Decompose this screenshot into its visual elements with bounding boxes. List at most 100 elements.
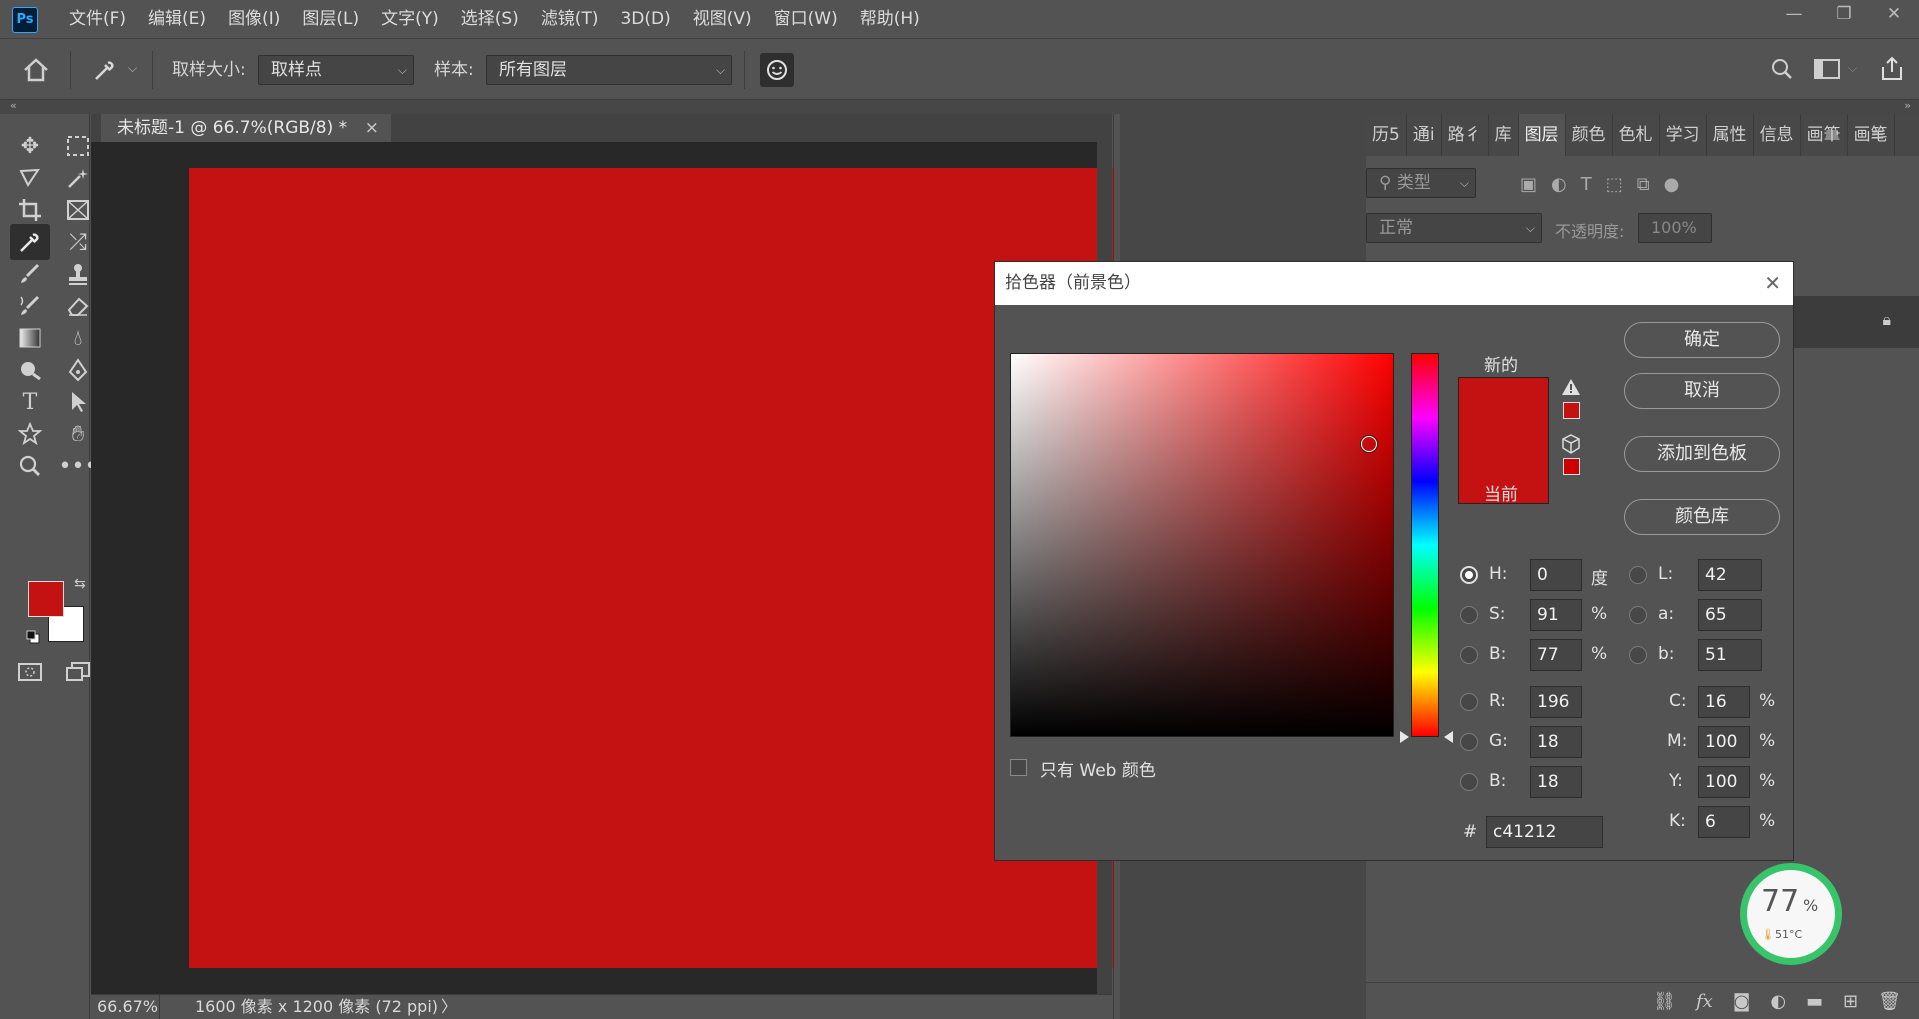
adjustment-icon[interactable]: ◐ [1770, 991, 1786, 1012]
panel-menu-icon[interactable]: ≡ [1870, 124, 1885, 145]
adjustment-filter-icon[interactable]: ◐ [1551, 174, 1567, 195]
a-field[interactable]: 65 [1698, 599, 1762, 631]
swap-colors-icon[interactable]: ⇆ [74, 576, 86, 592]
panel-tab-5[interactable]: 颜色 [1566, 114, 1613, 156]
a-radio[interactable] [1629, 606, 1647, 624]
lab-b-radio[interactable] [1629, 646, 1647, 664]
minimize-button[interactable]: — [1769, 0, 1819, 30]
l-field[interactable]: 42 [1698, 559, 1762, 591]
smart-object-filter-icon[interactable]: ⧉ [1637, 174, 1650, 195]
sample-ring-button[interactable] [760, 53, 794, 87]
image-filter-icon[interactable]: ▣ [1520, 174, 1537, 195]
menu-image[interactable]: 图像(I) [217, 0, 291, 38]
menu-file[interactable]: 文件(F) [58, 0, 137, 38]
type-filter-icon[interactable]: T [1581, 174, 1592, 195]
panel-tab-2[interactable]: 路彳 [1442, 114, 1489, 156]
lasso-tool-icon[interactable] [10, 160, 50, 196]
cancel-button[interactable]: 取消 [1624, 373, 1780, 409]
shape-filter-icon[interactable]: ⬚ [1606, 174, 1623, 195]
hue-slider-right-arrow-icon[interactable] [1444, 731, 1453, 743]
menu-type[interactable]: 文字(Y) [370, 0, 450, 38]
fx-icon[interactable]: fx [1696, 991, 1713, 1012]
new-layer-icon[interactable]: ⊞ [1843, 991, 1858, 1012]
add-to-swatches-button[interactable]: 添加到色板 [1624, 436, 1780, 472]
panel-tab-4[interactable]: 图层 [1518, 114, 1566, 156]
menu-layer[interactable]: 图层(L) [291, 0, 370, 38]
zoom-tool-icon[interactable] [10, 448, 50, 484]
r-radio[interactable] [1460, 693, 1478, 711]
l-radio[interactable] [1629, 566, 1647, 584]
y-field[interactable]: 100 [1698, 766, 1750, 798]
crop-tool-icon[interactable] [10, 192, 50, 228]
web-safe-cube-icon[interactable] [1561, 434, 1581, 458]
brush-tool-icon[interactable] [10, 256, 50, 292]
history-brush-icon[interactable] [10, 288, 50, 324]
performance-gauge[interactable]: 77 % 🌡︎ 51°C [1740, 863, 1842, 965]
s-radio[interactable] [1460, 606, 1478, 624]
hue-slider-left-arrow-icon[interactable] [1400, 731, 1409, 743]
panel-tab-9[interactable]: 信息 [1754, 114, 1801, 156]
menu-edit[interactable]: 编辑(E) [137, 0, 217, 38]
blend-mode-select[interactable]: 正常 ⌵ [1366, 213, 1542, 243]
gradient-tool-icon[interactable] [10, 320, 50, 356]
k-field[interactable]: 6 [1698, 806, 1750, 838]
sample-select[interactable]: 所有图层 ⌵ [486, 55, 732, 85]
close-tab-button[interactable]: × [365, 114, 379, 142]
hue-slider[interactable] [1411, 353, 1439, 737]
m-field[interactable]: 100 [1698, 726, 1750, 758]
folder-icon[interactable]: ▬ [1806, 991, 1823, 1012]
foreground-color-swatch[interactable] [28, 581, 64, 617]
opacity-field[interactable]: 100% [1638, 213, 1712, 243]
dialog-close-button[interactable]: ✕ [1764, 262, 1781, 305]
gamut-color-swatch[interactable] [1563, 402, 1580, 419]
sample-size-select[interactable]: 取样点 ⌵ [258, 55, 414, 85]
filter-toggle-icon[interactable]: ● [1664, 174, 1680, 195]
chevron-down-icon[interactable]: ⌵ [128, 61, 137, 76]
dodge-tool-icon[interactable] [10, 352, 50, 388]
web-safe-color-swatch[interactable] [1563, 458, 1580, 475]
g-field[interactable]: 18 [1530, 726, 1582, 758]
c-field[interactable]: 16 [1698, 686, 1750, 718]
menu-help[interactable]: 帮助(H) [849, 0, 931, 38]
search-icon[interactable] [1770, 57, 1794, 85]
layer-filter-select[interactable]: ⚲ 类型 ⌵ [1366, 168, 1476, 198]
panel-tab-3[interactable]: 库 [1489, 114, 1519, 156]
ok-button[interactable]: 确定 [1624, 322, 1780, 358]
status-menu-arrow[interactable]: 〉 [441, 995, 457, 1019]
h-radio[interactable] [1460, 566, 1478, 584]
link-icon[interactable]: ⛓︎ [1653, 991, 1676, 1012]
restore-button[interactable]: ❐ [1819, 0, 1869, 30]
share-icon[interactable] [1880, 55, 1904, 85]
eyedropper-tool-icon[interactable] [10, 224, 50, 260]
workspace-icon[interactable] [1814, 59, 1840, 83]
panel-tab-10[interactable]: 画筆 [1801, 114, 1848, 156]
rgb-b-radio[interactable] [1460, 773, 1478, 791]
panel-tab-8[interactable]: 属性 [1707, 114, 1754, 156]
menu-3d[interactable]: 3D(D) [609, 0, 681, 38]
shape-tool-icon[interactable] [10, 416, 50, 452]
eyedropper-icon[interactable] [92, 57, 118, 83]
mask-icon[interactable]: ◙ [1733, 991, 1750, 1012]
move-tool-icon[interactable]: ✥ [10, 128, 50, 164]
panel-tab-1[interactable]: 通i [1407, 114, 1442, 156]
b-radio[interactable] [1460, 646, 1478, 664]
b-field[interactable]: 77 [1530, 639, 1582, 671]
h-field[interactable]: 0 [1530, 559, 1582, 591]
saturation-brightness-field[interactable] [1010, 353, 1394, 737]
collapse-left-icon[interactable]: « [10, 99, 17, 112]
menu-filter[interactable]: 滤镜(T) [530, 0, 610, 38]
color-cursor-icon[interactable] [1361, 436, 1377, 452]
gamut-warning-icon[interactable] [1561, 378, 1581, 400]
panel-tab-7[interactable]: 学习 [1660, 114, 1707, 156]
rgb-b-field[interactable]: 18 [1530, 766, 1582, 798]
zoom-level[interactable]: 66.67% [97, 995, 158, 1019]
document-tab[interactable]: 未标题-1 @ 66.7%(RGB/8) * × [101, 114, 391, 142]
default-colors-icon[interactable] [26, 629, 40, 644]
color-libraries-button[interactable]: 颜色库 [1624, 499, 1780, 535]
lab-b-field[interactable]: 51 [1698, 639, 1762, 671]
trash-icon[interactable]: 🗑︎ [1878, 991, 1901, 1012]
panel-tab-6[interactable]: 色札 [1613, 114, 1660, 156]
menu-window[interactable]: 窗口(W) [763, 0, 849, 38]
menu-view[interactable]: 视图(V) [682, 0, 763, 38]
r-field[interactable]: 196 [1530, 686, 1582, 718]
